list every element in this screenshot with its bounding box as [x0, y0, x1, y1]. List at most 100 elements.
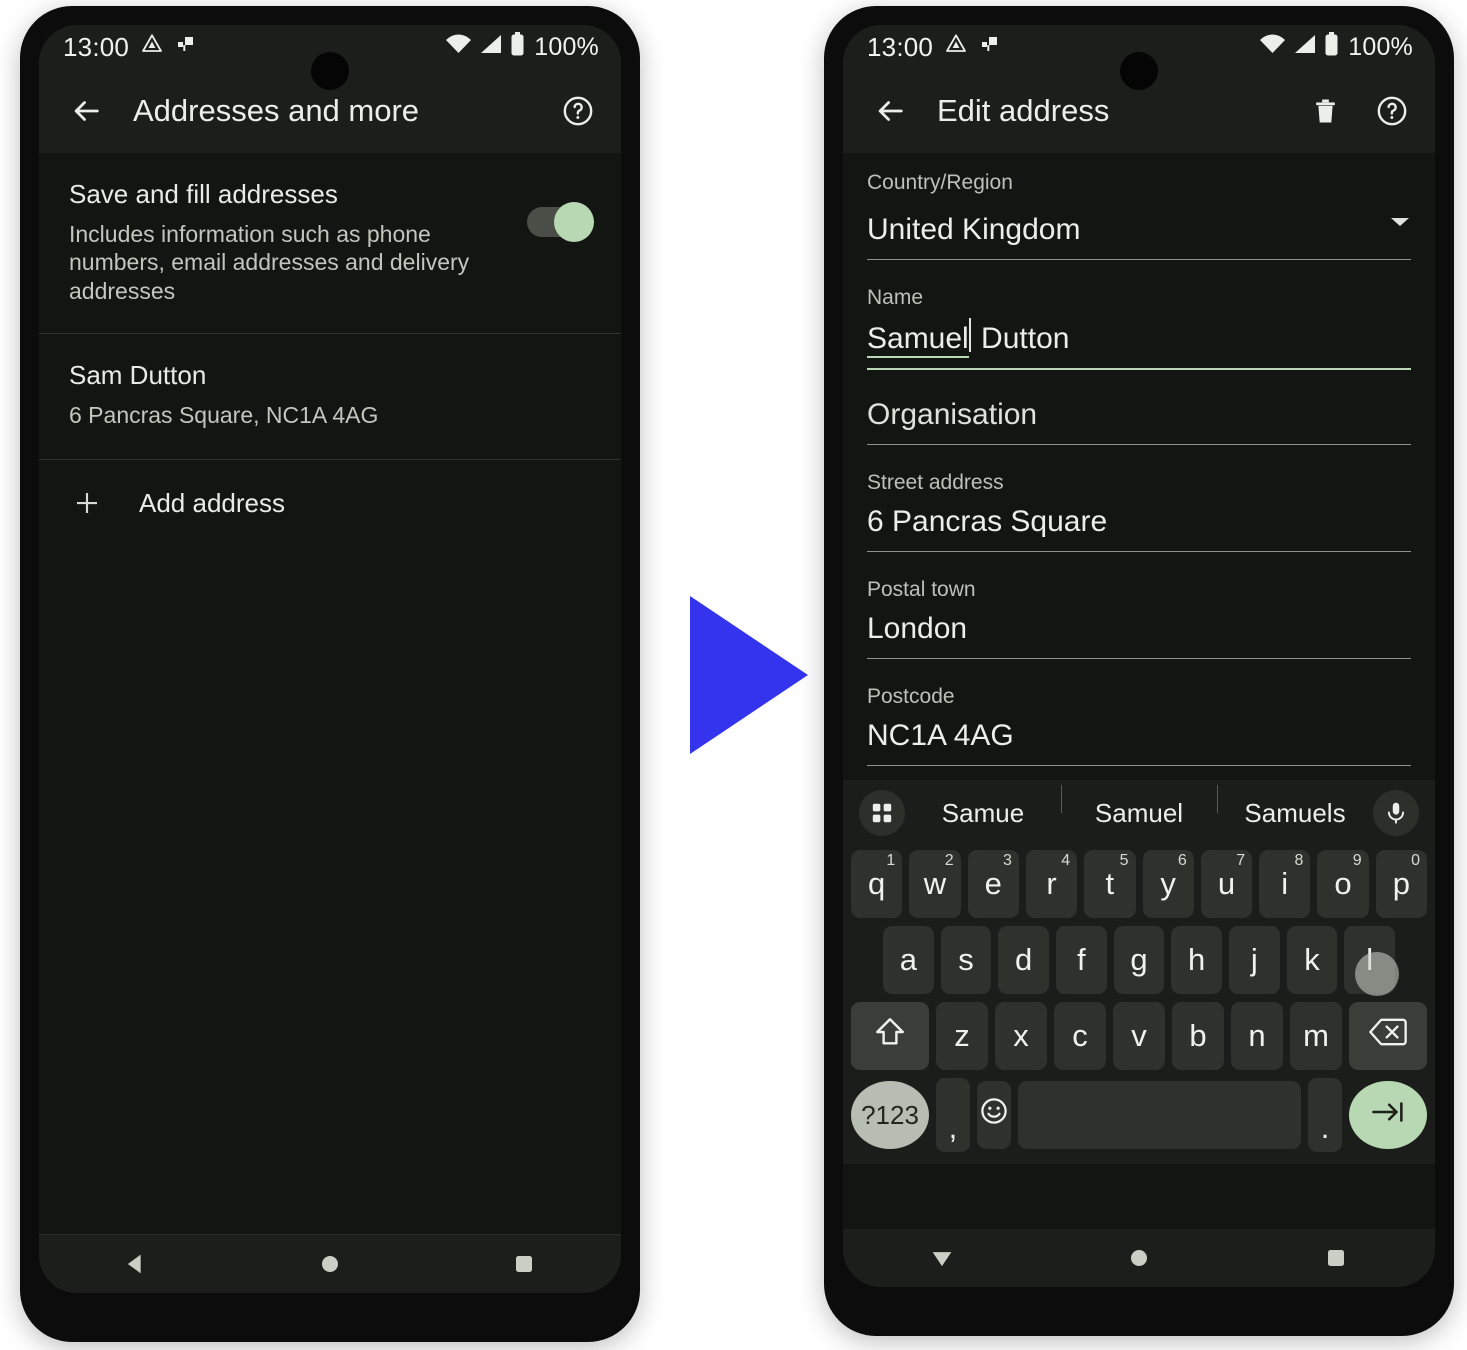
- street-address-input[interactable]: 6 Pancras Square: [867, 503, 1411, 552]
- period-key[interactable]: .: [1308, 1078, 1342, 1152]
- field-postcode[interactable]: Postcode NC1A 4AG: [867, 659, 1411, 766]
- field-country-region[interactable]: Country/Region United Kingdom: [867, 157, 1411, 260]
- front-camera: [1120, 52, 1158, 90]
- key-p[interactable]: 0p: [1375, 850, 1427, 918]
- key-q[interactable]: 1q: [851, 850, 903, 918]
- comma-key[interactable]: ,: [936, 1078, 970, 1152]
- microphone-icon[interactable]: [1373, 790, 1419, 836]
- key-label: a: [899, 942, 917, 977]
- key-label: y: [1160, 866, 1176, 901]
- field-value: 6 Pancras Square: [867, 505, 1108, 538]
- key-superscript: 7: [1236, 852, 1246, 869]
- save-and-fill-row[interactable]: Save and fill addresses Includes informa…: [39, 153, 621, 334]
- postcode-input[interactable]: NC1A 4AG: [867, 717, 1411, 766]
- setting-title: Save and fill addresses: [69, 179, 338, 209]
- key-label: c: [1072, 1018, 1088, 1053]
- help-circle-icon[interactable]: [1375, 94, 1409, 128]
- key-label: b: [1189, 1018, 1207, 1053]
- symbols-key[interactable]: ?123: [851, 1081, 929, 1149]
- field-name[interactable]: Name Samuel Dutton: [867, 260, 1411, 370]
- suggestion-bar: Samue Samuel Samuels: [843, 780, 1435, 846]
- field-postal-town[interactable]: Postal town London: [867, 552, 1411, 659]
- field-organisation[interactable]: Organisation: [867, 370, 1411, 445]
- key-superscript: 4: [1061, 852, 1071, 869]
- hide-keyboard-down-icon[interactable]: [892, 1244, 992, 1272]
- key-label: q: [868, 866, 886, 901]
- keyboard-row-2: a s d f g h j k l: [843, 922, 1435, 998]
- enter-next-key[interactable]: [1349, 1081, 1427, 1149]
- status-time: 13:00: [63, 31, 130, 62]
- keyboard-row-4: ?123 , .: [843, 1074, 1435, 1156]
- saved-address-row[interactable]: Sam Dutton 6 Pancras Square, NC1A 4AG: [39, 334, 621, 460]
- space-key[interactable]: [1017, 1081, 1302, 1149]
- front-camera: [311, 52, 349, 90]
- trash-icon[interactable]: [1310, 96, 1341, 127]
- country-region-select[interactable]: United Kingdom: [867, 203, 1411, 260]
- arrow-left-icon[interactable]: [873, 94, 907, 128]
- key-k[interactable]: k: [1286, 926, 1338, 994]
- key-u[interactable]: 7u: [1200, 850, 1253, 918]
- key-j[interactable]: j: [1229, 926, 1280, 994]
- key-d[interactable]: d: [998, 926, 1049, 994]
- key-s[interactable]: s: [940, 926, 992, 994]
- key-r[interactable]: 4r: [1025, 850, 1078, 918]
- key-y[interactable]: 6y: [1142, 850, 1194, 918]
- signal-icon: [479, 33, 503, 62]
- suggestion-item[interactable]: Samue: [905, 798, 1061, 829]
- name-input[interactable]: Samuel Dutton: [867, 318, 1411, 370]
- key-superscript: 8: [1294, 852, 1304, 869]
- home-circle-icon[interactable]: [1089, 1246, 1189, 1270]
- help-circle-icon[interactable]: [561, 94, 595, 128]
- key-m[interactable]: m: [1290, 1002, 1342, 1070]
- field-label: Street address: [867, 471, 1004, 494]
- key-a[interactable]: a: [882, 926, 934, 994]
- key-n[interactable]: n: [1231, 1002, 1283, 1070]
- key-e[interactable]: 3e: [967, 850, 1019, 918]
- key-l[interactable]: l: [1344, 926, 1400, 996]
- key-label: r: [1046, 866, 1057, 901]
- recents-square-icon[interactable]: [1286, 1246, 1386, 1270]
- arrow-left-icon[interactable]: [69, 94, 103, 128]
- key-b[interactable]: b: [1172, 1002, 1224, 1070]
- home-circle-icon[interactable]: [280, 1252, 380, 1276]
- right-phone-screen: 13:00 100% Edit address Country/Region U…: [843, 25, 1435, 1287]
- battery-icon: [1324, 31, 1339, 63]
- suggestion-item[interactable]: Samuel: [1061, 784, 1217, 829]
- field-value: United Kingdom: [867, 213, 1081, 246]
- back-triangle-icon[interactable]: [86, 1250, 186, 1278]
- save-and-fill-toggle[interactable]: [527, 202, 594, 242]
- right-navbar: [843, 1229, 1435, 1287]
- right-phone-frame: 13:00 100% Edit address Country/Region U…: [824, 6, 1454, 1336]
- key-v[interactable]: v: [1113, 1002, 1165, 1070]
- shift-key[interactable]: [851, 1002, 929, 1070]
- key-f[interactable]: f: [1056, 926, 1107, 994]
- key-c[interactable]: c: [1054, 1002, 1106, 1070]
- apps-grid-icon[interactable]: [859, 790, 905, 836]
- key-o[interactable]: 9o: [1317, 850, 1369, 918]
- key-label: m: [1303, 1018, 1329, 1053]
- key-superscript: 6: [1177, 852, 1187, 869]
- page-title: Addresses and more: [133, 93, 420, 128]
- suggestion-list: Samue Samuel Samuels: [905, 784, 1373, 829]
- key-g[interactable]: g: [1113, 926, 1165, 994]
- cast-icon: [175, 33, 195, 62]
- organisation-input[interactable]: Organisation: [867, 396, 1411, 445]
- recents-square-icon[interactable]: [474, 1252, 574, 1276]
- key-w[interactable]: 2w: [909, 850, 961, 918]
- key-i[interactable]: 8i: [1259, 850, 1311, 918]
- key-t[interactable]: 5t: [1084, 850, 1136, 918]
- add-address-row[interactable]: Add address: [39, 460, 621, 547]
- postal-town-input[interactable]: London: [867, 610, 1411, 659]
- field-value: NC1A 4AG: [867, 719, 1014, 752]
- key-label: f: [1077, 942, 1086, 977]
- backspace-key[interactable]: [1349, 1002, 1427, 1070]
- suggestion-item[interactable]: Samuels: [1217, 784, 1373, 829]
- chevron-down-icon[interactable]: [1389, 203, 1411, 237]
- emoji-key[interactable]: [976, 1081, 1011, 1149]
- key-label: v: [1131, 1018, 1147, 1053]
- key-z[interactable]: z: [936, 1002, 988, 1070]
- wifi-icon: [1259, 33, 1286, 62]
- key-h[interactable]: h: [1171, 926, 1223, 994]
- key-x[interactable]: x: [995, 1002, 1047, 1070]
- field-street-address[interactable]: Street address 6 Pancras Square: [867, 445, 1411, 552]
